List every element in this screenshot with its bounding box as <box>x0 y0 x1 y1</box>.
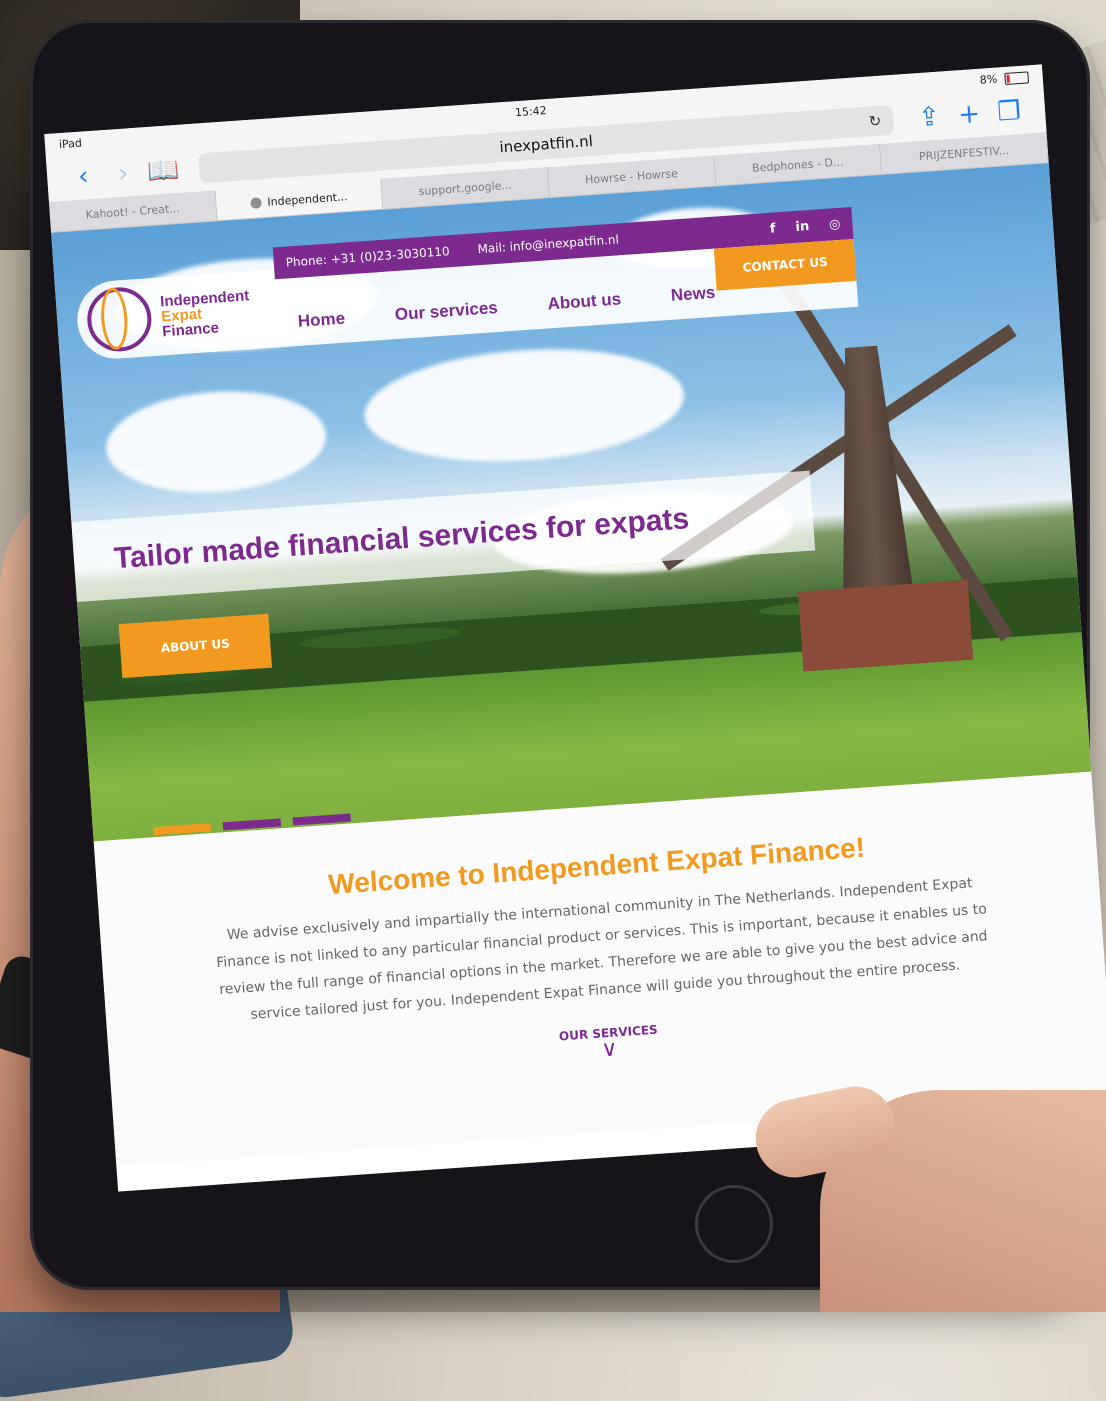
phone-link[interactable]: Phone: +31 (0)23-3030110 <box>285 244 450 269</box>
tab-label: PRIJZENFESTIV... <box>918 143 1010 163</box>
tab-label: Independent... <box>266 189 348 209</box>
battery-icon <box>1004 70 1030 85</box>
clock: 15:42 <box>514 103 548 119</box>
instagram-icon[interactable]: ◎ <box>829 216 841 232</box>
url-text: inexpatfin.nl <box>498 131 594 157</box>
screen: iPad 15:42 8% ‹ › 📖 inexpatfin.nl ↻ ⇪ + … <box>44 64 1106 1192</box>
bookmarks-icon[interactable]: 📖 <box>142 155 184 188</box>
nav-home[interactable]: Home <box>297 309 346 332</box>
close-tab-icon[interactable] <box>250 196 262 209</box>
tab-label: Bedphones - D... <box>751 155 844 175</box>
tab-label: Howrse - Howrse <box>584 166 679 187</box>
logo[interactable]: Independent Expat Finance <box>74 269 280 362</box>
linkedin-icon[interactable]: in <box>795 219 810 235</box>
device-label: iPad <box>58 136 83 151</box>
tab-label: Kahoot! - Creat... <box>85 201 181 221</box>
nav-news[interactable]: News <box>670 283 716 306</box>
home-button[interactable] <box>695 1185 773 1263</box>
globe-logo-icon <box>85 285 154 354</box>
tabs-icon[interactable]: ❐ <box>988 95 1030 128</box>
cloud <box>360 339 688 472</box>
nav-our-services[interactable]: Our services <box>394 298 498 325</box>
mail-link[interactable]: Mail: info@inexpatfin.nl <box>477 232 619 256</box>
nav-about-us[interactable]: About us <box>547 289 622 314</box>
battery-percent: 8% <box>979 72 998 87</box>
back-icon[interactable]: ‹ <box>62 160 104 193</box>
battery-indicator: 8% <box>979 70 1030 87</box>
site-header: Independent Expat Finance Phone: +31 (0)… <box>73 207 859 362</box>
forward-icon[interactable]: › <box>102 157 144 190</box>
new-tab-icon[interactable]: + <box>948 98 990 131</box>
social-links: f in ◎ <box>769 216 841 236</box>
logo-text: Independent Expat Finance <box>160 287 252 340</box>
screen-wrap: iPad 15:42 8% ‹ › 📖 inexpatfin.nl ↻ ⇪ + … <box>44 64 1106 1192</box>
tab-label: support.google... <box>418 178 513 198</box>
facebook-icon[interactable]: f <box>769 221 776 236</box>
share-icon[interactable]: ⇪ <box>908 101 950 134</box>
windmill-base <box>797 579 974 672</box>
hero-title: Tailor made financial services for expat… <box>112 502 691 576</box>
reload-icon[interactable]: ↻ <box>868 112 882 131</box>
about-us-button[interactable]: ABOUT US <box>118 613 273 679</box>
cloud <box>102 384 330 500</box>
hero-slider: Independent Expat Finance Phone: +31 (0)… <box>51 163 1092 842</box>
